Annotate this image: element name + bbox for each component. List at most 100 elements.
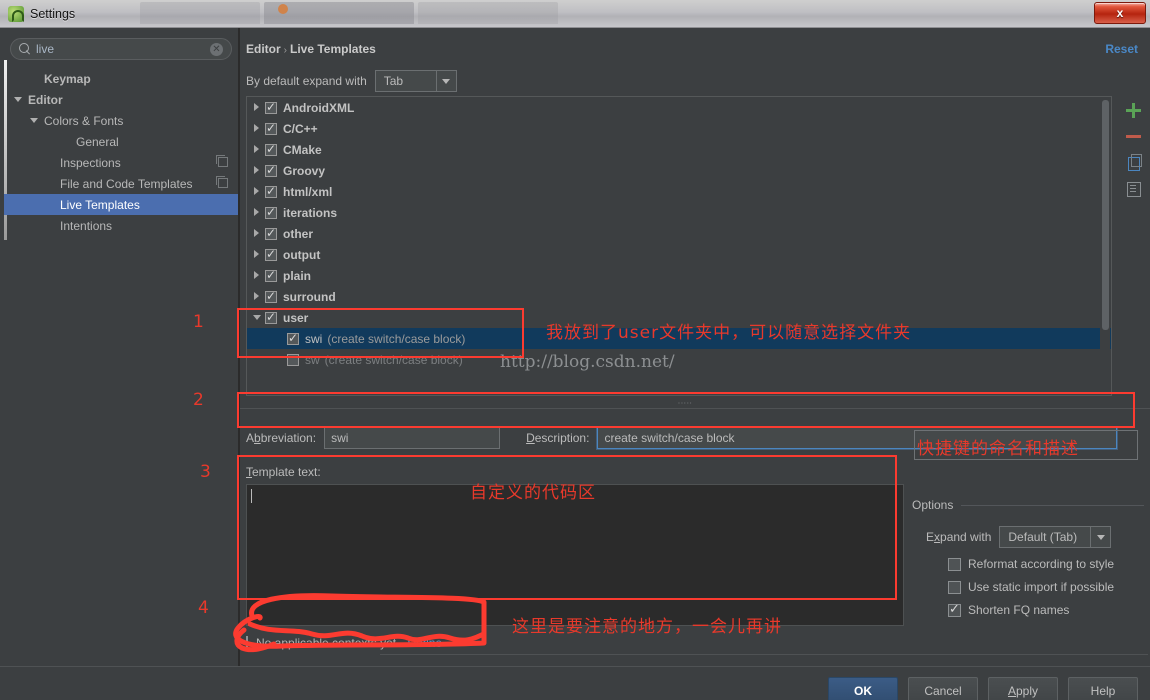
splitter-grip[interactable]: :::::::::: bbox=[678, 400, 704, 405]
copy-icon[interactable] bbox=[216, 176, 228, 188]
sidebar-item-file-and-code-templates[interactable]: File and Code Templates bbox=[4, 173, 238, 194]
sidebar-item-keymap[interactable]: Keymap bbox=[4, 68, 238, 89]
sidebar-item-general[interactable]: General bbox=[4, 131, 238, 152]
checkbox[interactable] bbox=[948, 601, 961, 617]
template-row[interactable]: AndroidXML bbox=[247, 97, 1111, 118]
settings-window: Settings x ✕ Keymap Editor Colors & Fonts G… bbox=[0, 0, 1150, 700]
description-value: create switch/case block bbox=[604, 431, 735, 445]
options-header: Options bbox=[912, 498, 1144, 512]
chevron-closed-icon[interactable] bbox=[253, 102, 265, 113]
template-checkbox[interactable] bbox=[265, 247, 277, 261]
template-checkbox[interactable] bbox=[265, 142, 277, 156]
plus-icon[interactable] bbox=[1125, 102, 1142, 119]
template-checkbox[interactable] bbox=[265, 163, 277, 177]
template-checkbox[interactable] bbox=[265, 205, 277, 219]
template-checkbox[interactable] bbox=[265, 268, 277, 282]
search-input[interactable] bbox=[31, 41, 210, 57]
minus-icon[interactable] bbox=[1125, 128, 1142, 145]
checkbox[interactable] bbox=[948, 557, 961, 571]
sidebar-item-intentions[interactable]: Intentions bbox=[4, 215, 238, 236]
options-panel: Options Expand with Default (Tab) Reform… bbox=[912, 498, 1144, 617]
option-checkbox-row[interactable]: Reformat according to style bbox=[912, 557, 1144, 571]
template-row[interactable]: plain bbox=[247, 265, 1111, 286]
apply-button[interactable]: Apply bbox=[988, 677, 1058, 700]
template-list-scrollbar[interactable] bbox=[1100, 98, 1110, 395]
chevron-closed-icon[interactable] bbox=[253, 123, 265, 134]
chevron-closed-icon[interactable] bbox=[253, 186, 265, 197]
template-row[interactable]: sw (create switch/case block) bbox=[247, 349, 1111, 370]
chevron-closed-icon[interactable] bbox=[253, 249, 265, 260]
sidebar-item-label: Editor bbox=[28, 92, 63, 107]
scrollbar-thumb[interactable] bbox=[1102, 100, 1109, 330]
window-title-group: Settings bbox=[0, 0, 75, 28]
default-expand-label: By default expand with bbox=[246, 74, 367, 88]
option-checkbox-row[interactable]: Use static import if possible bbox=[912, 580, 1144, 594]
template-text-editor[interactable] bbox=[246, 484, 904, 626]
copy-icon[interactable] bbox=[216, 155, 228, 167]
ok-button[interactable]: OK bbox=[828, 677, 898, 700]
description-input[interactable]: create switch/case block bbox=[597, 427, 1118, 449]
template-checkbox[interactable] bbox=[265, 100, 277, 114]
template-row[interactable]: html/xml bbox=[247, 181, 1111, 202]
define-context-link[interactable]: Define bbox=[407, 636, 442, 650]
template-checkbox[interactable] bbox=[287, 331, 299, 345]
breadcrumb-separator: › bbox=[283, 45, 288, 56]
template-checkbox[interactable] bbox=[265, 289, 277, 303]
template-row[interactable]: other bbox=[247, 223, 1111, 244]
close-icon[interactable]: x bbox=[1094, 2, 1146, 24]
search-box[interactable]: ✕ bbox=[10, 38, 232, 60]
checkbox[interactable] bbox=[948, 580, 961, 594]
template-row[interactable]: user bbox=[247, 307, 1111, 328]
sidebar-item-live-templates[interactable]: Live Templates bbox=[4, 194, 238, 215]
cancel-button[interactable]: Cancel bbox=[908, 677, 978, 700]
default-expand-select[interactable]: Tab bbox=[374, 70, 457, 92]
expand-with-select[interactable]: Default (Tab) bbox=[999, 526, 1112, 548]
template-checkbox[interactable] bbox=[265, 184, 277, 198]
dialog-footer: OK Cancel Apply Help O bbox=[0, 666, 1150, 700]
template-row[interactable]: CMake bbox=[247, 139, 1111, 160]
abbreviation-input[interactable]: swi bbox=[324, 427, 501, 449]
option-checkbox-label: Use static import if possible bbox=[968, 580, 1115, 594]
template-group-list[interactable]: AndroidXML C/C++ CMake Groovy html/xml iterat… bbox=[246, 96, 1112, 396]
chevron-open-icon[interactable] bbox=[253, 313, 265, 323]
help-button[interactable]: Help bbox=[1068, 677, 1138, 700]
chevron-closed-icon[interactable] bbox=[253, 291, 265, 302]
chevron-closed-icon[interactable] bbox=[253, 144, 265, 155]
clear-circle-icon[interactable]: ✕ bbox=[210, 42, 223, 56]
reset-link[interactable]: Reset bbox=[1105, 42, 1138, 56]
template-row[interactable]: Groovy bbox=[247, 160, 1111, 181]
chevron-open-icon[interactable] bbox=[14, 95, 24, 105]
chevron-closed-icon[interactable] bbox=[253, 165, 265, 176]
breadcrumb: Editor › Live Templates bbox=[246, 42, 376, 56]
chevron-closed-icon[interactable] bbox=[253, 228, 265, 239]
template-row[interactable]: output bbox=[247, 244, 1111, 265]
template-row[interactable]: iterations bbox=[247, 202, 1111, 223]
chevron-open-icon[interactable] bbox=[30, 116, 40, 126]
template-checkbox[interactable] bbox=[265, 121, 277, 135]
template-row[interactable]: C/C++ bbox=[247, 118, 1111, 139]
sidebar-item-colors-fonts[interactable]: Colors & Fonts bbox=[4, 110, 238, 131]
breadcrumb-parent: Editor bbox=[246, 42, 281, 56]
template-row[interactable]: swi (create switch/case block) bbox=[247, 328, 1111, 349]
template-checkbox[interactable] bbox=[265, 226, 277, 240]
chevron-closed-icon[interactable] bbox=[253, 207, 265, 218]
sidebar-item-inspections[interactable]: Inspections bbox=[4, 152, 238, 173]
template-row[interactable]: surround bbox=[247, 286, 1111, 307]
template-checkbox[interactable] bbox=[287, 353, 299, 366]
chevron-closed-icon[interactable] bbox=[253, 270, 265, 281]
breadcrumb-current: Live Templates bbox=[290, 42, 376, 56]
copy-icon[interactable] bbox=[1125, 154, 1142, 171]
chevron-down-icon bbox=[1090, 527, 1110, 547]
option-checkbox-row[interactable]: Shorten FQ names bbox=[912, 601, 1144, 617]
template-name: CMake bbox=[283, 142, 322, 157]
document-icon[interactable] bbox=[1125, 180, 1142, 197]
titlebar-ghost-tab-3 bbox=[418, 2, 558, 24]
template-checkbox[interactable] bbox=[265, 310, 277, 324]
sidebar-item-editor[interactable]: Editor bbox=[4, 89, 238, 110]
template-text-scrollbar[interactable] bbox=[893, 486, 902, 624]
abbreviation-label: Abbreviation: bbox=[246, 431, 317, 445]
context-rule bbox=[380, 654, 1148, 655]
